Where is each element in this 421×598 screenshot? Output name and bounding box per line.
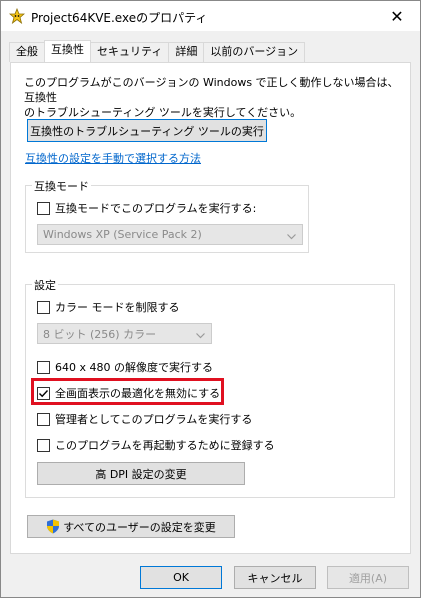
highlight-box <box>31 378 224 405</box>
restart-checkbox-box[interactable] <box>37 438 50 452</box>
intro-line-1: このプログラムがこのバージョンの Windows で正しく動作しない場合は、互換… <box>24 76 399 104</box>
close-icon: ✕ <box>390 6 404 26</box>
chevron-down-icon <box>196 329 205 342</box>
tab-strip: 全般 互換性 セキュリティ 詳細 以前のバージョン <box>9 40 306 62</box>
tab-details[interactable]: 詳細 <box>168 42 205 62</box>
intro-line-2: のトラブルシューティング ツールを実行してください。 <box>24 106 302 119</box>
admin-checkbox-box[interactable] <box>37 412 50 426</box>
color-mode-checkbox-box[interactable] <box>37 300 50 314</box>
chevron-down-icon <box>287 230 296 243</box>
resolution-checkbox[interactable]: 640 x 480 の解像度で実行する <box>37 359 213 375</box>
compat-mode-select[interactable]: Windows XP (Service Pack 2) <box>37 224 303 245</box>
compat-mode-checkbox[interactable]: 互換モードでこのプログラムを実行する: <box>37 200 256 216</box>
color-mode-label: カラー モードを制限する <box>55 301 180 314</box>
register-restart-checkbox[interactable]: このプログラムを再起動するために登録する <box>37 437 275 453</box>
settings-group-label: 設定 <box>32 277 58 293</box>
apply-button[interactable]: 適用(A) <box>327 566 409 589</box>
resolution-label: 640 x 480 の解像度で実行する <box>55 361 213 374</box>
intro-text: このプログラムがこのバージョンの Windows で正しく動作しない場合は、互換… <box>24 75 404 120</box>
shield-icon <box>46 519 60 534</box>
change-dpi-settings-button[interactable]: 高 DPI 設定の変更 <box>37 462 245 485</box>
compat-mode-select-value: Windows XP (Service Pack 2) <box>43 228 202 241</box>
app-icon <box>8 7 26 25</box>
close-button[interactable]: ✕ <box>374 1 420 31</box>
run-as-admin-label: 管理者としてこのプログラムを実行する <box>55 413 253 426</box>
tab-general[interactable]: 全般 <box>9 42 45 62</box>
color-mode-checkbox[interactable]: カラー モードを制限する <box>37 299 180 315</box>
tab-previous-versions[interactable]: 以前のバージョン <box>203 42 306 62</box>
tab-security[interactable]: セキュリティ <box>90 42 170 62</box>
compat-mode-checkbox-label: 互換モードでこのプログラムを実行する: <box>55 202 257 215</box>
manual-settings-link[interactable]: 互換性の設定を手動で選択する方法 <box>25 150 201 166</box>
compat-mode-checkbox-box[interactable] <box>37 201 50 215</box>
run-troubleshooter-button[interactable]: 互換性のトラブルシューティング ツールの実行 <box>27 119 267 142</box>
ok-button[interactable]: OK <box>140 566 222 589</box>
tab-compatibility[interactable]: 互換性 <box>44 40 91 62</box>
change-all-users-label: すべてのユーザーの設定を変更 <box>63 520 216 534</box>
compat-mode-group-label: 互換モード <box>32 178 91 194</box>
run-as-admin-checkbox[interactable]: 管理者としてこのプログラムを実行する <box>37 411 252 427</box>
properties-window: Project64KVE.exeのプロパティ ✕ 全般 互換性 セキュリティ 詳… <box>0 0 421 598</box>
register-restart-label: このプログラムを再起動するために登録する <box>55 439 275 452</box>
change-all-users-button[interactable]: すべてのユーザーの設定を変更 <box>27 515 235 538</box>
color-depth-select-value: 8 ビット (256) カラー <box>43 327 157 341</box>
resolution-checkbox-box[interactable] <box>37 360 50 374</box>
window-title: Project64KVE.exeのプロパティ <box>31 11 208 25</box>
title-bar: Project64KVE.exeのプロパティ ✕ <box>1 1 420 31</box>
cancel-button[interactable]: キャンセル <box>234 566 316 589</box>
compatibility-panel: このプログラムがこのバージョンの Windows で正しく動作しない場合は、互換… <box>10 62 411 554</box>
color-depth-select[interactable]: 8 ビット (256) カラー <box>37 323 212 344</box>
